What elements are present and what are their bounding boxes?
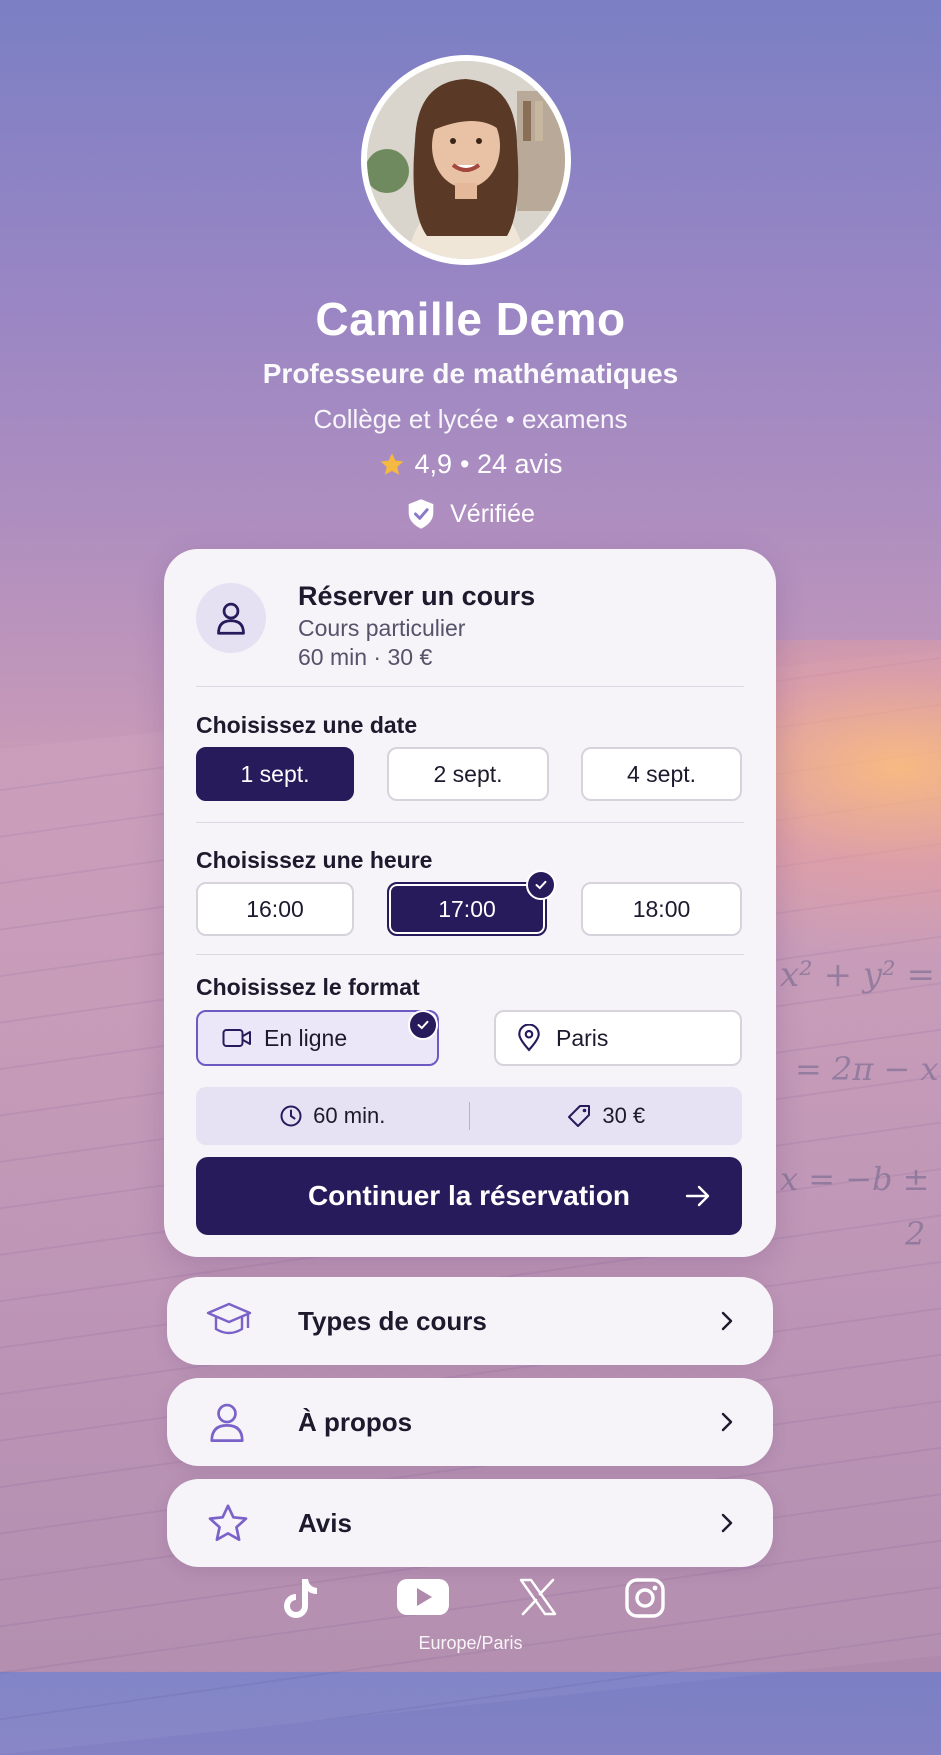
star-icon bbox=[381, 452, 404, 475]
check-icon bbox=[526, 870, 556, 900]
booking-type: Cours particulier bbox=[298, 615, 466, 641]
price-tag-icon bbox=[568, 1105, 591, 1127]
rating[interactable]: 4,9 • 24 avis bbox=[0, 449, 941, 480]
review-count: • 24 avis bbox=[460, 449, 563, 479]
background-math: = 2π − x bbox=[795, 1050, 939, 1088]
graduation-cap-icon bbox=[206, 1302, 252, 1335]
menu-item-label: À propos bbox=[298, 1406, 413, 1437]
x-icon[interactable] bbox=[518, 1577, 558, 1617]
background-math: x² + y² = bbox=[780, 955, 936, 995]
profile-subtitle: Collège et lycée • examens bbox=[313, 404, 628, 434]
booking-title: Réserver un cours bbox=[298, 581, 536, 611]
chevron-right-icon bbox=[721, 1311, 733, 1331]
continue-booking-button[interactable]: Continuer la réservation bbox=[196, 1157, 742, 1235]
date-option[interactable]: 2 sept. bbox=[387, 747, 549, 801]
video-camera-icon bbox=[222, 1029, 251, 1047]
time-option[interactable]: 16:00 bbox=[196, 882, 354, 936]
time-option-selected[interactable]: 17:00 bbox=[387, 882, 547, 936]
chevron-right-icon bbox=[721, 1513, 733, 1533]
avatar bbox=[361, 55, 571, 265]
location-pin-icon bbox=[518, 1024, 540, 1052]
verified-badge: Vérifiée bbox=[0, 498, 941, 530]
verified-label: Vérifiée bbox=[450, 499, 535, 528]
summary-duration: 60 min. bbox=[313, 1103, 386, 1128]
menu-item-label: Types de cours bbox=[298, 1305, 487, 1336]
continue-booking-label: Continuer la réservation bbox=[307, 1180, 631, 1211]
timezone-label: Europe/Paris bbox=[418, 1633, 523, 1653]
instagram-icon[interactable] bbox=[624, 1577, 666, 1619]
format-online-label: En ligne bbox=[264, 1024, 348, 1051]
date-label: Choisissez une date bbox=[196, 712, 418, 738]
booking-card: Réserver un cours Cours particulier 60 m… bbox=[164, 549, 776, 1257]
booking-meta: 60 min · 30 € bbox=[298, 644, 433, 670]
user-icon bbox=[210, 1403, 244, 1442]
format-option-paris[interactable]: Paris bbox=[494, 1010, 742, 1066]
clock-icon bbox=[280, 1105, 302, 1127]
menu-item-course-types[interactable]: Types de cours bbox=[167, 1277, 773, 1365]
youtube-icon[interactable] bbox=[396, 1577, 450, 1617]
divider bbox=[196, 822, 744, 823]
tiktok-icon[interactable] bbox=[280, 1577, 320, 1621]
background-math: x = −b ± bbox=[780, 1160, 930, 1198]
check-icon bbox=[408, 1010, 438, 1040]
profile-name: Camille Demo bbox=[315, 293, 626, 345]
chevron-right-icon bbox=[721, 1412, 733, 1432]
user-icon bbox=[196, 583, 266, 653]
time-label: Choisissez une heure bbox=[196, 847, 433, 873]
divider bbox=[196, 686, 744, 687]
format-paris-label: Paris bbox=[556, 1024, 609, 1051]
date-option[interactable]: 4 sept. bbox=[581, 747, 742, 801]
menu-item-about[interactable]: À propos bbox=[167, 1378, 773, 1466]
divider bbox=[196, 954, 744, 955]
background-math: 2 bbox=[905, 1215, 926, 1253]
star-icon bbox=[208, 1504, 248, 1542]
summary-price: 30 € bbox=[602, 1103, 646, 1128]
booking-summary: 60 min. 30 € bbox=[196, 1087, 742, 1145]
time-option[interactable]: 18:00 bbox=[581, 882, 742, 936]
arrow-right-icon bbox=[685, 1185, 710, 1207]
menu-item-reviews[interactable]: Avis bbox=[167, 1479, 773, 1567]
format-option-online[interactable]: En ligne bbox=[196, 1010, 439, 1066]
menu-item-label: Avis bbox=[298, 1507, 352, 1538]
shield-check-icon bbox=[408, 499, 434, 529]
profile-title: Professeure de mathématiques bbox=[262, 358, 679, 389]
format-label: Choisissez le format bbox=[196, 974, 420, 1000]
rating-value: 4,9 bbox=[414, 449, 453, 479]
date-option-selected[interactable]: 1 sept. bbox=[196, 747, 354, 801]
